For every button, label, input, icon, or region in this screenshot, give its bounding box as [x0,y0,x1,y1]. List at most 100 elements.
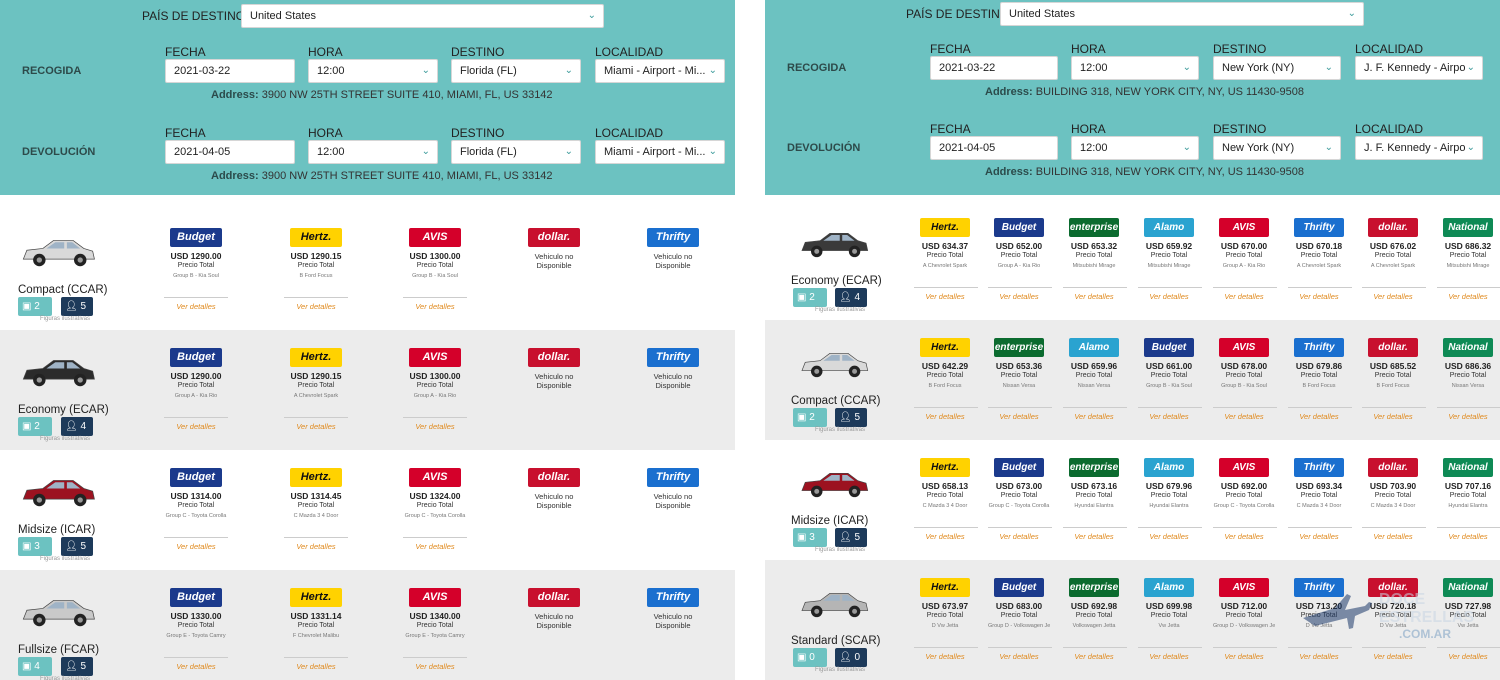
view-details-link[interactable]: Ver detalles [1288,292,1350,301]
view-details-link[interactable]: Ver detalles [1288,652,1350,661]
dollar-logo[interactable]: dollar. [528,348,580,367]
pickup-destination-select[interactable]: New York (NY) ⌄ [1213,56,1341,80]
dollar-logo[interactable]: dollar. [1368,338,1418,357]
avis-logo[interactable]: AVIS [1219,218,1269,237]
view-details-link[interactable]: Ver detalles [1138,652,1200,661]
thrifty-logo[interactable]: Thrifty [647,468,699,487]
avis-logo[interactable]: AVIS [409,588,461,607]
view-details-link[interactable]: Ver detalles [988,532,1050,541]
enterprise-logo[interactable]: enterprise [1069,458,1119,477]
return-location-select[interactable]: Miami - Airport - Mi... ⌄ [595,140,725,164]
view-details-link[interactable]: Ver detalles [400,542,470,551]
view-details-link[interactable]: Ver detalles [1437,532,1499,541]
hertz-logo[interactable]: Hertz. [290,468,342,487]
budget-logo[interactable]: Budget [170,588,222,607]
country-select[interactable]: United States ⌄ [241,4,604,28]
avis-logo[interactable]: AVIS [1219,578,1269,597]
thrifty-logo[interactable]: Thrifty [1294,578,1344,597]
view-details-link[interactable]: Ver detalles [988,652,1050,661]
national-logo[interactable]: National [1443,218,1493,237]
thrifty-logo[interactable]: Thrifty [1294,338,1344,357]
country-select[interactable]: United States ⌄ [1000,2,1364,26]
view-details-link[interactable]: Ver detalles [914,292,976,301]
view-details-link[interactable]: Ver detalles [1063,652,1125,661]
national-logo[interactable]: National [1443,338,1493,357]
view-details-link[interactable]: Ver detalles [281,422,351,431]
enterprise-logo[interactable]: enterprise [1069,218,1119,237]
return-destination-select[interactable]: New York (NY) ⌄ [1213,136,1341,160]
view-details-link[interactable]: Ver detalles [1288,532,1350,541]
pickup-location-select[interactable]: Miami - Airport - Mi... ⌄ [595,59,725,83]
return-destination-select[interactable]: Florida (FL) ⌄ [451,140,581,164]
pickup-time-select[interactable]: 12:00 ⌄ [308,59,438,83]
budget-logo[interactable]: Budget [170,348,222,367]
return-time-select[interactable]: 12:00 ⌄ [1071,136,1199,160]
return-time-select[interactable]: 12:00 ⌄ [308,140,438,164]
dollar-logo[interactable]: dollar. [1368,578,1418,597]
view-details-link[interactable]: Ver detalles [1288,412,1350,421]
view-details-link[interactable]: Ver detalles [161,302,231,311]
view-details-link[interactable]: Ver detalles [400,302,470,311]
national-logo[interactable]: National [1443,458,1493,477]
alamo-logo[interactable]: Alamo [1144,218,1194,237]
view-details-link[interactable]: Ver detalles [281,662,351,671]
return-date-input[interactable]: 2021-04-05 [930,136,1058,160]
view-details-link[interactable]: Ver detalles [161,422,231,431]
return-location-select[interactable]: J. F. Kennedy - Airpo ⌄ [1355,136,1483,160]
view-details-link[interactable]: Ver detalles [1213,412,1275,421]
budget-logo[interactable]: Budget [170,228,222,247]
pickup-date-input[interactable]: 2021-03-22 [930,56,1058,80]
national-logo[interactable]: National [1443,578,1493,597]
hertz-logo[interactable]: Hertz. [290,348,342,367]
view-details-link[interactable]: Ver detalles [1063,532,1125,541]
view-details-link[interactable]: Ver detalles [1362,292,1424,301]
enterprise-logo[interactable]: enterprise [1069,578,1119,597]
view-details-link[interactable]: Ver detalles [281,542,351,551]
avis-logo[interactable]: AVIS [409,468,461,487]
enterprise-logo[interactable]: enterprise [994,338,1044,357]
view-details-link[interactable]: Ver detalles [1138,532,1200,541]
budget-logo[interactable]: Budget [994,578,1044,597]
budget-logo[interactable]: Budget [1144,338,1194,357]
avis-logo[interactable]: AVIS [1219,338,1269,357]
hertz-logo[interactable]: Hertz. [920,338,970,357]
view-details-link[interactable]: Ver detalles [1362,532,1424,541]
return-date-input[interactable]: 2021-04-05 [165,140,295,164]
hertz-logo[interactable]: Hertz. [920,218,970,237]
view-details-link[interactable]: Ver detalles [914,412,976,421]
view-details-link[interactable]: Ver detalles [1213,532,1275,541]
pickup-time-select[interactable]: 12:00 ⌄ [1071,56,1199,80]
view-details-link[interactable]: Ver detalles [400,422,470,431]
pickup-date-input[interactable]: 2021-03-22 [165,59,295,83]
avis-logo[interactable]: AVIS [409,228,461,247]
view-details-link[interactable]: Ver detalles [988,292,1050,301]
alamo-logo[interactable]: Alamo [1144,578,1194,597]
thrifty-logo[interactable]: Thrifty [647,228,699,247]
view-details-link[interactable]: Ver detalles [1138,412,1200,421]
hertz-logo[interactable]: Hertz. [920,578,970,597]
pickup-destination-select[interactable]: Florida (FL) ⌄ [451,59,581,83]
avis-logo[interactable]: AVIS [1219,458,1269,477]
dollar-logo[interactable]: dollar. [528,228,580,247]
thrifty-logo[interactable]: Thrifty [1294,218,1344,237]
view-details-link[interactable]: Ver detalles [1063,292,1125,301]
thrifty-logo[interactable]: Thrifty [647,348,699,367]
view-details-link[interactable]: Ver detalles [914,532,976,541]
view-details-link[interactable]: Ver detalles [400,662,470,671]
view-details-link[interactable]: Ver detalles [1138,292,1200,301]
view-details-link[interactable]: Ver detalles [1213,292,1275,301]
view-details-link[interactable]: Ver detalles [1063,412,1125,421]
view-details-link[interactable]: Ver detalles [1213,652,1275,661]
view-details-link[interactable]: Ver detalles [161,662,231,671]
dollar-logo[interactable]: dollar. [528,468,580,487]
view-details-link[interactable]: Ver detalles [1362,652,1424,661]
thrifty-logo[interactable]: Thrifty [647,588,699,607]
dollar-logo[interactable]: dollar. [1368,218,1418,237]
view-details-link[interactable]: Ver detalles [1437,412,1499,421]
budget-logo[interactable]: Budget [170,468,222,487]
view-details-link[interactable]: Ver detalles [1437,292,1499,301]
pickup-location-select[interactable]: J. F. Kennedy - Airpo ⌄ [1355,56,1483,80]
hertz-logo[interactable]: Hertz. [290,588,342,607]
budget-logo[interactable]: Budget [994,458,1044,477]
view-details-link[interactable]: Ver detalles [281,302,351,311]
